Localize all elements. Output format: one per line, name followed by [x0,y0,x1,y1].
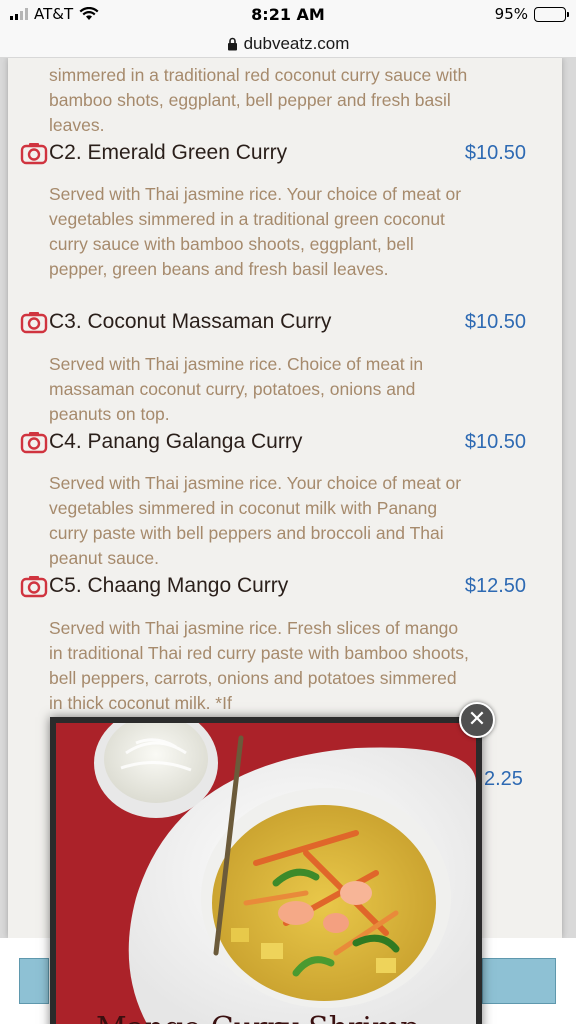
status-bar: AT&T 8:21 AM 95% [0,0,576,30]
item-name: C5. Chaang Mango Curry [49,574,289,597]
item-description: Served with Thai jasmine rice. Choice of… [49,354,424,424]
lock-icon [227,37,237,50]
item-name: C2. Emerald Green Curry [49,141,288,164]
battery-percent: 95% [494,5,528,23]
camera-icon[interactable] [20,574,48,598]
order-button-right[interactable] [482,958,556,1004]
battery-status: 95% [494,5,569,23]
curry-photo-illustration [56,723,476,1024]
address-bar[interactable]: dubveatz.com [0,30,576,58]
menu-item-c2[interactable]: C2. Emerald Green Curry $10.50 [20,138,530,168]
item-name: C4. Panang Galanga Curry [49,430,303,453]
item-price: $10.50 [464,310,526,333]
menu-item-c4[interactable]: C4. Panang Galanga Curry $10.50 [20,427,530,457]
camera-icon[interactable] [20,310,48,334]
camera-icon[interactable] [20,141,48,165]
order-button-left[interactable] [19,958,49,1004]
menu-item-c5[interactable]: C5. Chaang Mango Curry $12.50 [20,571,530,601]
item-price: $10.50 [464,141,526,164]
url-text[interactable]: dubveatz.com [244,34,350,54]
item-name: C3. Coconut Massaman Curry [49,310,332,333]
item-description: Served with Thai jasmine rice. Your choi… [49,184,462,279]
photo-caption: Mango Curry Shrimp [96,1011,420,1024]
food-photo: Mango Curry Shrimp [56,723,476,1024]
clock: 8:21 AM [251,5,325,24]
image-popup[interactable]: Mango Curry Shrimp [50,717,482,1024]
item-price: $10.50 [464,430,526,453]
close-icon[interactable]: ✕ [459,702,495,738]
battery-icon [534,6,569,22]
item-price: $12.50 [464,574,526,597]
item-price-partial: 2.25 [484,768,523,790]
item-description: Served with Thai jasmine rice. Fresh sli… [49,618,469,713]
camera-icon[interactable] [20,430,48,454]
item-description: Served with Thai jasmine rice. Your choi… [49,473,462,568]
menu-item-c3[interactable]: C3. Coconut Massaman Curry $10.50 [20,307,530,337]
item-description-c1: simmered in a traditional red coconut cu… [49,65,468,135]
